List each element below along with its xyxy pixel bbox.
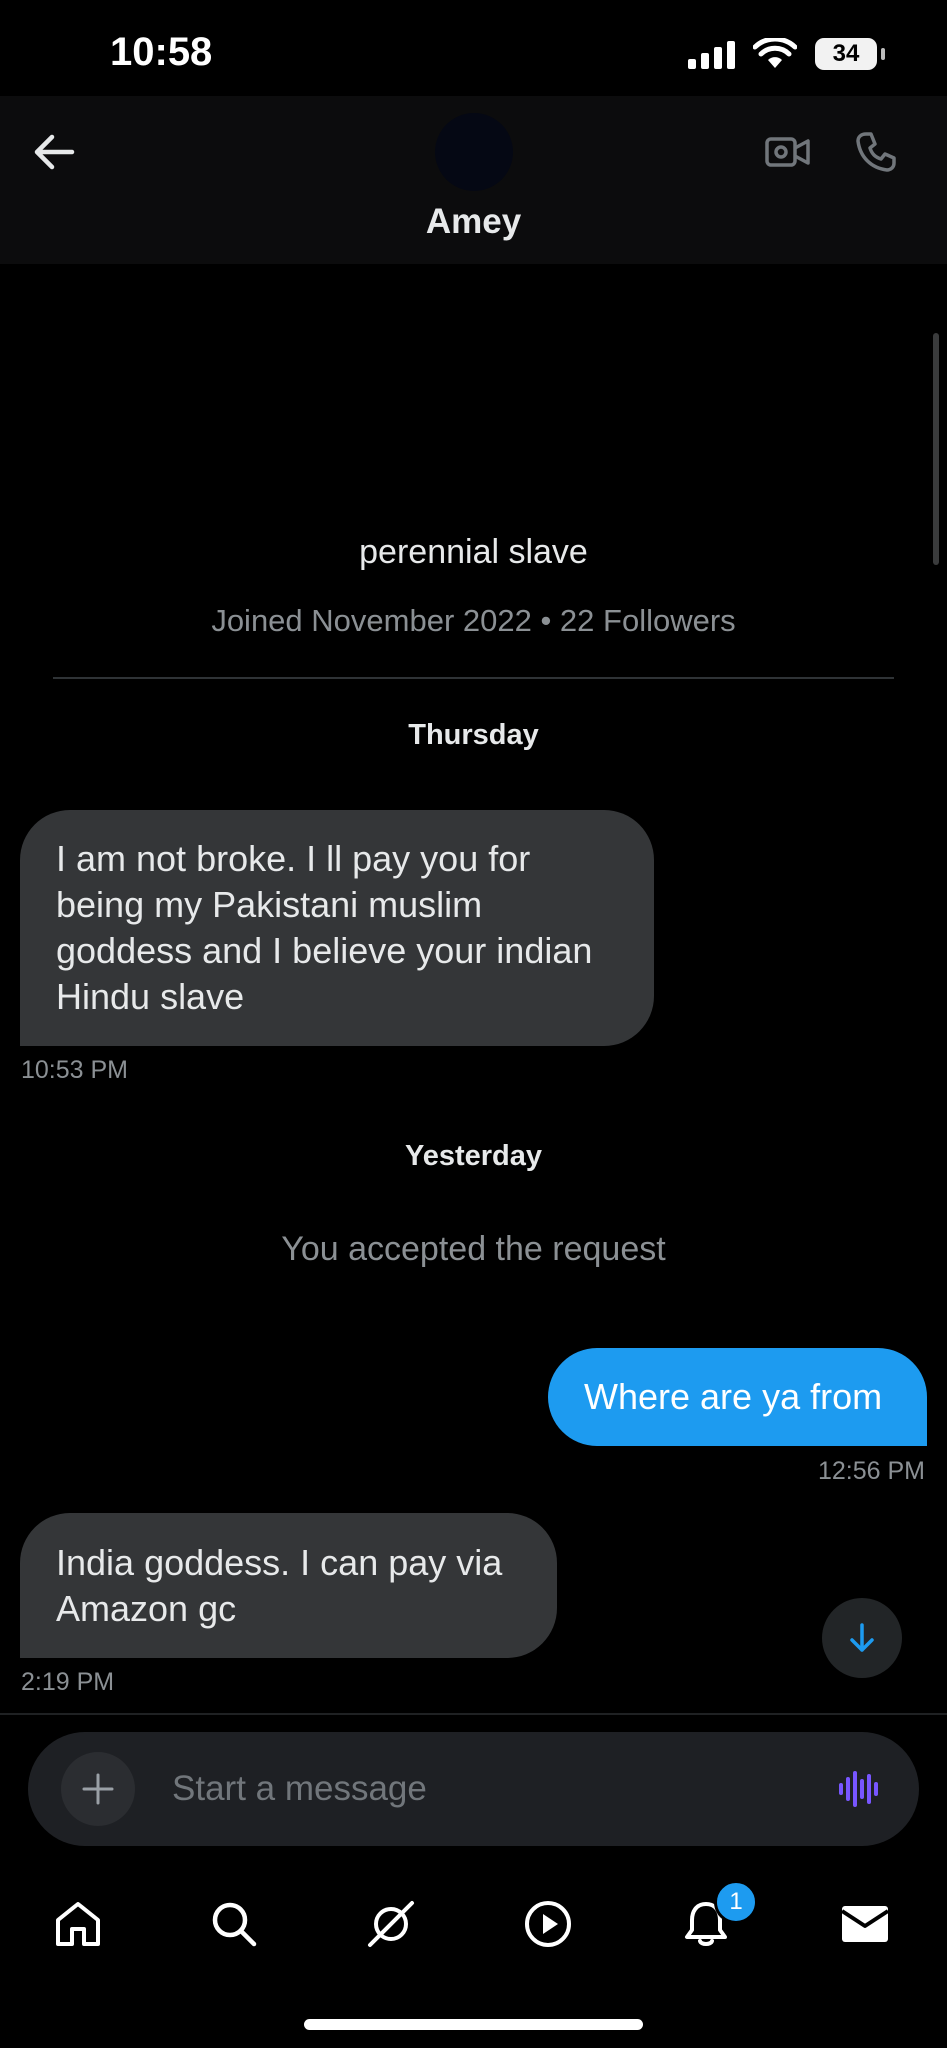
play-icon	[525, 1901, 571, 1947]
nav-grok[interactable]	[351, 1884, 431, 1964]
profile-meta: Joined November 2022 • 22 Followers	[211, 603, 736, 638]
nav-video[interactable]	[508, 1884, 588, 1964]
message-timestamp: 2:19 PM	[21, 1668, 115, 1696]
message-bubble-incoming[interactable]: I am not broke. I ll pay you for being m…	[20, 810, 654, 1046]
message-text: India goddess. I can pay via Amazon gc	[56, 1541, 503, 1629]
video-camera-icon	[765, 137, 810, 167]
nav-search[interactable]	[194, 1884, 274, 1964]
battery-level: 34	[832, 40, 860, 67]
voice-waveform-icon	[839, 1771, 878, 1807]
grok-icon	[368, 1901, 414, 1947]
search-icon	[212, 1902, 257, 1947]
back-button[interactable]	[22, 120, 86, 184]
date-separator-thursday: Thursday	[408, 719, 539, 751]
home-icon	[56, 1902, 100, 1946]
scroll-to-bottom-button[interactable]	[822, 1598, 902, 1678]
voice-message-button[interactable]	[828, 1752, 890, 1826]
back-arrow-icon	[34, 134, 75, 170]
phone-icon	[856, 132, 896, 172]
plus-icon	[82, 1773, 114, 1805]
nav-home[interactable]	[38, 1884, 118, 1964]
battery-icon: 34	[815, 38, 885, 70]
date-separator-yesterday: Yesterday	[404, 1140, 543, 1172]
arrow-down-icon	[850, 1623, 874, 1652]
system-message: You accepted the request	[281, 1230, 666, 1268]
divider	[53, 677, 894, 679]
signal-icon	[688, 39, 735, 69]
wifi-icon	[753, 38, 797, 68]
message-text: I am not broke. I ll pay you for being m…	[56, 838, 593, 1017]
message-bubble-incoming[interactable]: India goddess. I can pay via Amazon gc	[20, 1513, 557, 1658]
status-indicators: 34	[688, 38, 885, 70]
message-timestamp: 12:56 PM	[817, 1457, 925, 1485]
scrollbar[interactable]	[933, 333, 939, 565]
message-input[interactable]	[172, 1752, 812, 1826]
notification-badge: 1	[714, 1880, 758, 1924]
video-call-button[interactable]	[758, 122, 818, 182]
message-timestamp: 10:53 PM	[21, 1056, 129, 1084]
message-bubble-outgoing[interactable]: Where are ya from	[548, 1348, 927, 1446]
message-text: Where are ya from	[584, 1376, 883, 1417]
profile-bio: perennial slave	[359, 533, 588, 571]
divider	[0, 1713, 947, 1715]
mail-icon	[840, 1906, 890, 1942]
phone-call-button[interactable]	[846, 122, 906, 182]
home-indicator[interactable]	[304, 2019, 643, 2030]
avatar[interactable]	[435, 113, 513, 191]
nav-messages[interactable]	[825, 1884, 905, 1964]
add-media-button[interactable]	[61, 1752, 135, 1826]
status-time: 10:58	[110, 30, 213, 74]
conversation-title[interactable]: Amey	[0, 202, 947, 242]
